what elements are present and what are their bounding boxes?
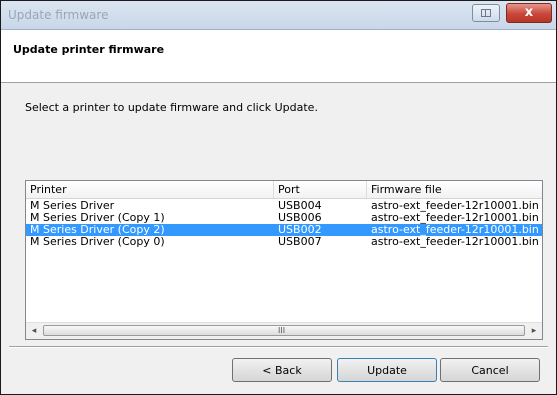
button-separator [9, 346, 548, 348]
scroll-right-icon[interactable]: ▸ [526, 323, 542, 339]
column-header-firmware-file[interactable]: Firmware file [367, 181, 542, 198]
printer-list[interactable]: Printer Port Firmware file M Series Driv… [25, 180, 543, 340]
update-button[interactable]: Update [337, 358, 437, 382]
cell-port: USB007 [278, 235, 322, 248]
restore-icon [481, 9, 491, 17]
scroll-left-icon[interactable]: ◂ [26, 323, 42, 339]
close-button[interactable]: x [506, 3, 552, 23]
scroll-grip-icon: III [278, 326, 286, 335]
list-header: Printer Port Firmware file [26, 181, 542, 199]
page-title: Update printer firmware [13, 43, 165, 56]
scroll-thumb[interactable]: III [43, 325, 525, 336]
cancel-button[interactable]: Cancel [440, 358, 540, 382]
title-bar[interactable]: Update firmware x [1, 1, 556, 30]
cell-printer: M Series Driver (Copy 0) [30, 235, 165, 248]
window-title: Update firmware [8, 8, 109, 22]
close-icon: x [524, 5, 534, 20]
column-header-port[interactable]: Port [274, 181, 367, 198]
horizontal-scrollbar[interactable]: ◂ III ▸ [26, 322, 542, 339]
header-panel: Update printer firmware [1, 30, 556, 83]
table-row[interactable]: M Series Driver (Copy 0) USB007 astro-ext_… [26, 236, 542, 248]
update-firmware-dialog: Update firmware x Update printer firmwar… [0, 0, 557, 395]
instructions-text: Select a printer to update firmware and … [25, 101, 318, 114]
cell-firmware: astro-ext_feeder-12r10001.bin [371, 235, 539, 248]
restore-button[interactable] [472, 4, 500, 22]
column-header-printer[interactable]: Printer [26, 181, 274, 198]
back-button[interactable]: < Back [232, 358, 332, 382]
